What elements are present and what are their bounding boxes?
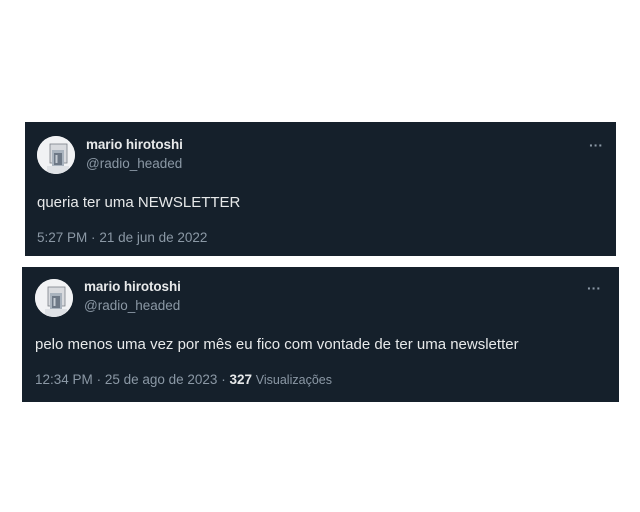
display-name[interactable]: mario hirotoshi — [86, 137, 183, 152]
display-name[interactable]: mario hirotoshi — [84, 279, 181, 294]
tweet-text: pelo menos uma vez por mês eu fico com v… — [35, 336, 519, 353]
tweet-metadata: 5:27 PM · 21 de jun de 2022 — [37, 230, 207, 245]
avatar-image — [35, 279, 73, 317]
user-handle[interactable]: @radio_headed — [84, 298, 180, 313]
more-horizontal-icon[interactable]: ··· — [589, 138, 603, 152]
avatar-image — [37, 136, 75, 174]
meta-separator: · — [96, 372, 102, 387]
tweet-date[interactable]: 21 de jun de 2022 — [99, 230, 207, 245]
tweet-time[interactable]: 5:27 PM — [37, 230, 87, 245]
tweet-metadata: 12:34 PM · 25 de ago de 2023 · 327 Visua… — [35, 372, 332, 387]
tweet-text: queria ter uma NEWSLETTER — [37, 194, 241, 211]
meta-separator: · — [91, 230, 96, 245]
more-horizontal-icon[interactable]: ··· — [587, 281, 601, 295]
tweet-date[interactable]: 25 de ago de 2023 — [105, 372, 218, 387]
avatar[interactable] — [37, 136, 75, 174]
views-label[interactable]: Visualizações — [256, 373, 332, 387]
tweet-card[interactable]: mario hirotoshi @radio_headed ··· queria… — [25, 122, 616, 256]
tweet-time[interactable]: 12:34 PM — [35, 372, 93, 387]
avatar[interactable] — [35, 279, 73, 317]
user-handle[interactable]: @radio_headed — [86, 156, 182, 171]
tweet-card[interactable]: mario hirotoshi @radio_headed ··· pelo m… — [22, 267, 619, 402]
meta-separator: · — [221, 372, 226, 387]
views-count[interactable]: 327 — [229, 372, 252, 387]
